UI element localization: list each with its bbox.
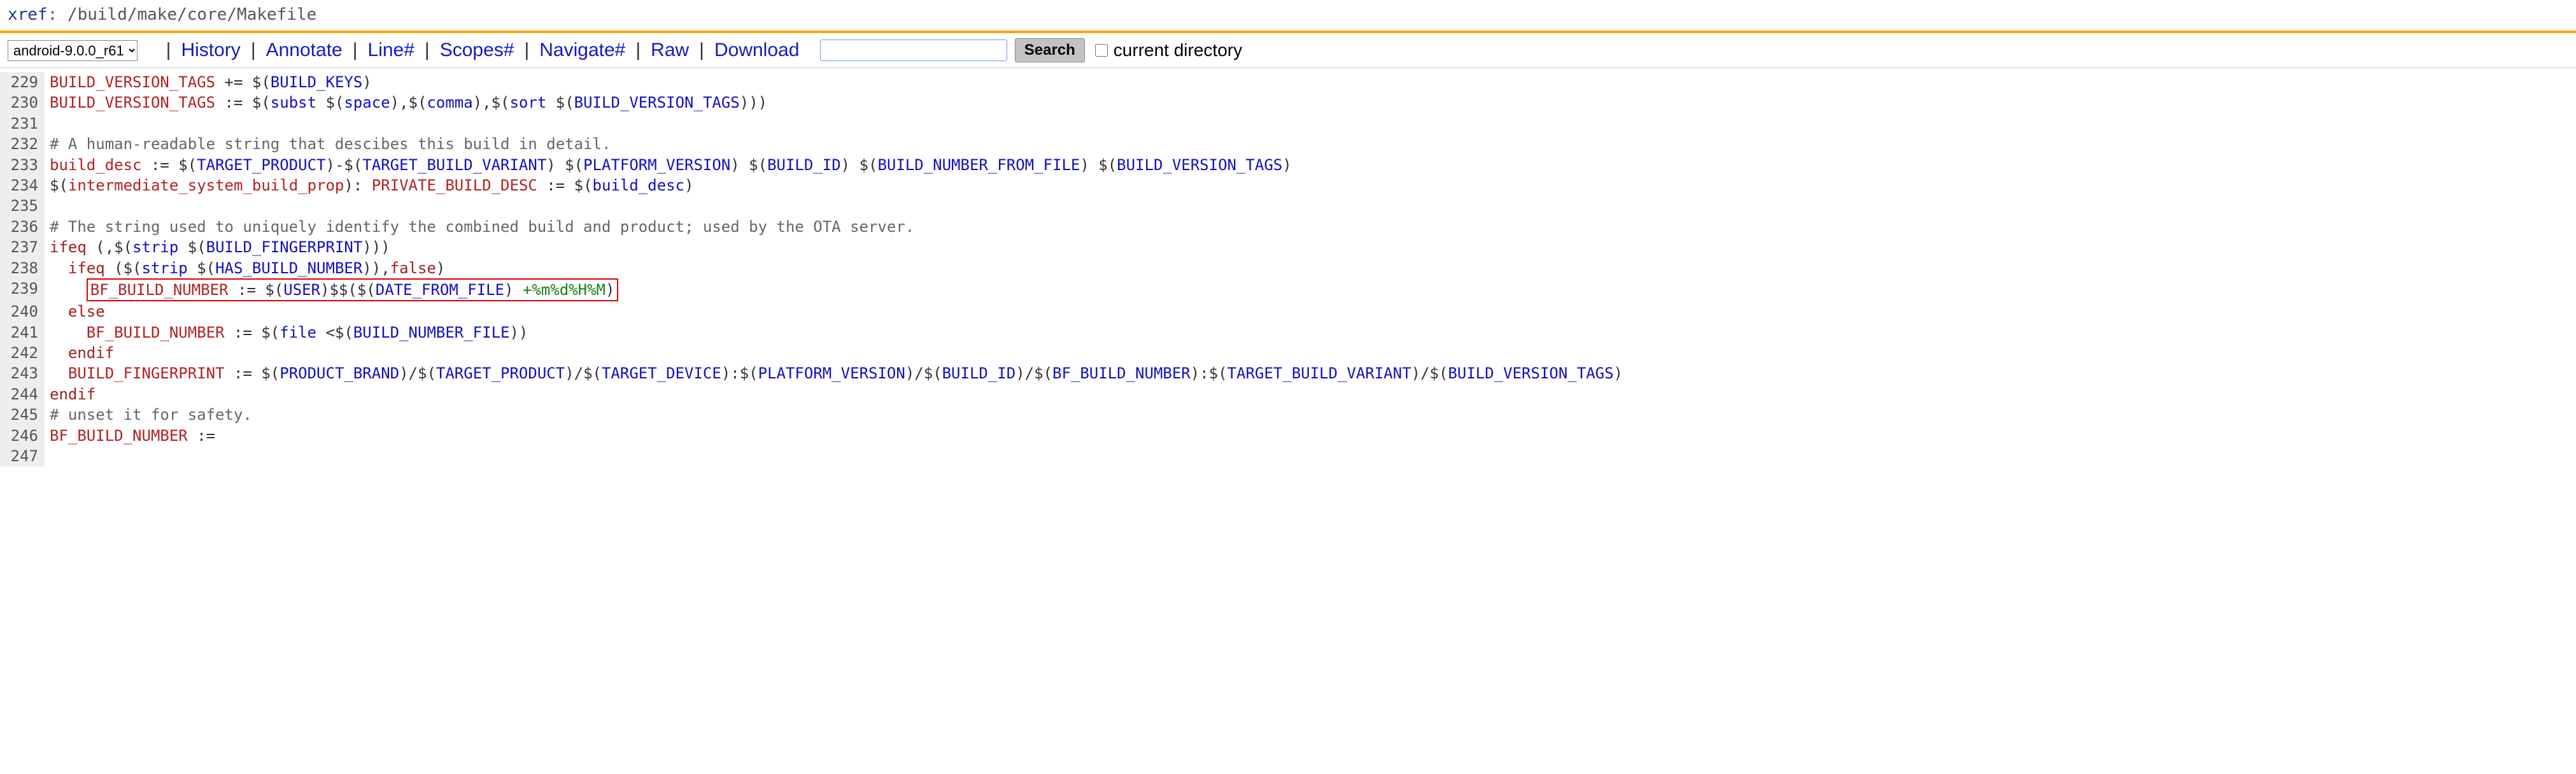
toolbar: android-9.0.0_r61 | History | Annotate |… (0, 33, 2576, 68)
code-content (45, 446, 59, 466)
line-number[interactable]: 232 (0, 134, 45, 154)
code-line: 244endif (0, 384, 2576, 405)
current-dir-label: current directory (1114, 40, 1242, 61)
download-link[interactable]: Download (714, 39, 799, 61)
file-path: : /build/make/core/Makefile (48, 5, 317, 24)
line-number[interactable]: 240 (0, 301, 45, 322)
code-content (45, 113, 59, 134)
separator: | (635, 39, 640, 61)
search-button[interactable]: Search (1015, 38, 1085, 62)
current-dir-wrap[interactable]: current directory (1093, 40, 1242, 61)
line-number[interactable]: 242 (0, 343, 45, 363)
separator: | (699, 39, 704, 61)
code-line: 234$(intermediate_system_build_prop): PR… (0, 175, 2576, 196)
line-number[interactable]: 231 (0, 113, 45, 134)
separator: | (251, 39, 256, 61)
code-line: 236# The string used to uniquely identif… (0, 217, 2576, 237)
code-content (45, 196, 59, 216)
line-number[interactable]: 247 (0, 446, 45, 466)
code-line: 240 else (0, 301, 2576, 322)
highlight-box: BF_BUILD_NUMBER := $(USER)$$($(DATE_FROM… (87, 278, 619, 301)
code-content: BF_BUILD_NUMBER := $(file <$(BUILD_NUMBE… (45, 322, 528, 343)
code-line: 243 BUILD_FINGERPRINT := $(PRODUCT_BRAND… (0, 363, 2576, 383)
code-line: 230BUILD_VERSION_TAGS := $(subst $(space… (0, 92, 2576, 113)
line-number[interactable]: 244 (0, 384, 45, 405)
code-line: 237ifeq (,$(strip $(BUILD_FINGERPRINT))) (0, 237, 2576, 257)
code-line: 229BUILD_VERSION_TAGS += $(BUILD_KEYS) (0, 72, 2576, 92)
code-line: 233build_desc := $(TARGET_PRODUCT)-$(TAR… (0, 155, 2576, 175)
navigate-link[interactable]: Navigate# (539, 39, 625, 61)
line-number[interactable]: 234 (0, 175, 45, 196)
separator: | (425, 39, 430, 61)
search-input[interactable] (820, 39, 1007, 61)
line-number[interactable]: 245 (0, 405, 45, 425)
line-number[interactable]: 246 (0, 426, 45, 446)
line-number[interactable]: 230 (0, 92, 45, 113)
separator: | (166, 39, 171, 61)
code-content: endif (45, 384, 96, 405)
separator: | (353, 39, 358, 61)
code-content: $(intermediate_system_build_prop): PRIVA… (45, 175, 694, 196)
history-link[interactable]: History (181, 39, 240, 61)
line-number[interactable]: 243 (0, 363, 45, 383)
code-content: BUILD_VERSION_TAGS := $(subst $(space),$… (45, 92, 767, 113)
code-line: 246BF_BUILD_NUMBER := (0, 426, 2576, 446)
code-line: 247 (0, 446, 2576, 466)
code-content: endif (45, 343, 114, 363)
code-content: # A human-readable string that descibes … (45, 134, 611, 154)
line-number[interactable]: 237 (0, 237, 45, 257)
code-content: # unset it for safety. (45, 405, 252, 425)
code-content: else (45, 301, 105, 322)
code-content: BUILD_FINGERPRINT := $(PRODUCT_BRAND)/$(… (45, 363, 1623, 383)
code-line: 239 BF_BUILD_NUMBER := $(USER)$$($(DATE_… (0, 278, 2576, 301)
code-content: build_desc := $(TARGET_PRODUCT)-$(TARGET… (45, 155, 1292, 175)
code-line: 238 ifeq ($(strip $(HAS_BUILD_NUMBER)),f… (0, 258, 2576, 278)
breadcrumb-path: xref: /build/make/core/Makefile (0, 0, 2576, 29)
current-dir-checkbox[interactable] (1095, 44, 1108, 57)
code-line: 232# A human-readable string that descib… (0, 134, 2576, 154)
code-line: 235 (0, 196, 2576, 216)
line-number[interactable]: 241 (0, 322, 45, 343)
code-content: ifeq ($(strip $(HAS_BUILD_NUMBER)),false… (45, 258, 445, 278)
code-content: BF_BUILD_NUMBER := $(USER)$$($(DATE_FROM… (45, 278, 618, 301)
code-line: 231 (0, 113, 2576, 134)
code-area: 229BUILD_VERSION_TAGS += $(BUILD_KEYS)23… (0, 68, 2576, 466)
line-number[interactable]: 238 (0, 258, 45, 278)
code-content: ifeq (,$(strip $(BUILD_FINGERPRINT))) (45, 237, 390, 257)
line-number[interactable]: 235 (0, 196, 45, 216)
separator: | (524, 39, 529, 61)
xref-label: xref (8, 5, 48, 24)
code-content: BUILD_VERSION_TAGS += $(BUILD_KEYS) (45, 72, 372, 92)
code-line: 241 BF_BUILD_NUMBER := $(file <$(BUILD_N… (0, 322, 2576, 343)
code-line: 242 endif (0, 343, 2576, 363)
code-line: 245# unset it for safety. (0, 405, 2576, 425)
code-content: BF_BUILD_NUMBER := (45, 426, 215, 446)
line-number[interactable]: 233 (0, 155, 45, 175)
line-number[interactable]: 229 (0, 72, 45, 92)
scopes-link[interactable]: Scopes# (440, 39, 514, 61)
annotate-link[interactable]: Annotate (266, 39, 343, 61)
line-number[interactable]: 236 (0, 217, 45, 237)
line-number[interactable]: 239 (0, 278, 45, 301)
version-select[interactable]: android-9.0.0_r61 (8, 40, 138, 61)
code-content: # The string used to uniquely identify t… (45, 217, 914, 237)
raw-link[interactable]: Raw (651, 39, 689, 61)
line-link[interactable]: Line# (368, 39, 414, 61)
